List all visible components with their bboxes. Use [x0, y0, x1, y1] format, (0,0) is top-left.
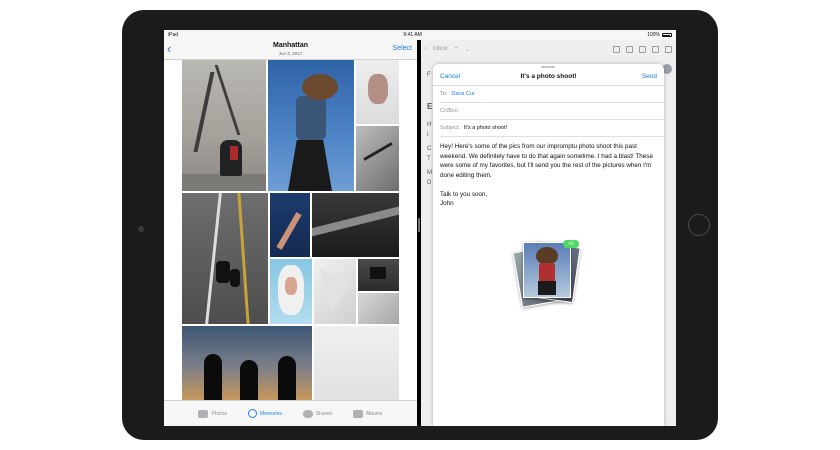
- compose-title: It's a photo shoot!: [520, 73, 577, 80]
- photos-icon: [198, 409, 209, 418]
- divider-handle[interactable]: [418, 218, 420, 232]
- send-button[interactable]: Send: [642, 73, 657, 80]
- item-count-badge: +5: [563, 240, 579, 248]
- cc-bcc-field[interactable]: Cc/Bcc:: [440, 103, 664, 120]
- message-body[interactable]: Hey! Here's some of the pics from our im…: [440, 142, 658, 209]
- subject-label: Subject:: [440, 125, 460, 131]
- photos-tab-bar: Photos Memories Shared Albums: [164, 400, 417, 426]
- flag-icon[interactable]: [613, 45, 620, 53]
- select-button[interactable]: Select: [393, 45, 412, 52]
- photo-thumbnail[interactable]: [182, 60, 266, 191]
- tab-albums[interactable]: Albums: [352, 409, 383, 418]
- device-label: iPad: [168, 32, 179, 38]
- cc-bcc-label: Cc/Bcc:: [440, 108, 459, 114]
- status-right: 100%: [647, 32, 672, 38]
- photo-card: [523, 242, 571, 298]
- photo-grid: [182, 60, 399, 400]
- tab-label: Albums: [365, 410, 383, 417]
- to-label: To:: [440, 91, 448, 97]
- back-chevron-icon[interactable]: ‹: [425, 46, 427, 52]
- photo-thumbnail[interactable]: [358, 259, 399, 291]
- photos-subtitle: Jun 3, 2017: [278, 51, 303, 56]
- photo-thumbnail[interactable]: [356, 126, 399, 191]
- photo-thumbnail[interactable]: [312, 193, 399, 257]
- tab-label: Photos: [211, 410, 228, 417]
- memories-icon: [247, 409, 257, 418]
- home-button[interactable]: [688, 214, 710, 236]
- inbox-back-link[interactable]: Inbox: [433, 46, 448, 52]
- background-message: F E H I C T M D: [427, 72, 433, 186]
- folder-icon[interactable]: [626, 45, 633, 53]
- photo-thumbnail[interactable]: [182, 326, 312, 400]
- photo-thumbnail[interactable]: [358, 293, 399, 324]
- to-field[interactable]: To: Dana Cui: [440, 86, 664, 103]
- chevron-down-icon[interactable]: ⌄: [465, 46, 470, 53]
- battery-icon: [661, 33, 672, 37]
- tab-memories[interactable]: Memories: [247, 409, 282, 418]
- photo-thumbnail[interactable]: [314, 326, 399, 400]
- reply-icon[interactable]: [652, 45, 659, 53]
- photo-thumbnail[interactable]: [270, 259, 312, 324]
- subject-value[interactable]: It's a photo shoot!: [464, 125, 507, 131]
- photo-thumbnail[interactable]: [268, 60, 354, 191]
- dragged-photo-stack[interactable]: +5: [512, 240, 581, 308]
- photo-thumbnail[interactable]: [182, 193, 268, 324]
- photos-title: Manhattan: [273, 42, 308, 49]
- ipad-screen: ‹ Manhattan Jun 3, 2017 Select Photos Me…: [164, 30, 676, 426]
- tab-label: Memories: [259, 410, 282, 417]
- photo-thumbnail[interactable]: [270, 193, 310, 257]
- front-camera: [138, 226, 144, 232]
- photos-app-pane: ‹ Manhattan Jun 3, 2017 Select Photos Me…: [164, 30, 417, 426]
- compose-sheet: Cancel It's a photo shoot! Send To: Dana…: [433, 64, 664, 426]
- photo-thumbnail[interactable]: [314, 259, 356, 324]
- tab-label: Shared: [315, 410, 332, 417]
- mail-toolbar: ‹ Inbox ⌃ ⌄: [421, 40, 676, 58]
- ipad-device: ‹ Manhattan Jun 3, 2017 Select Photos Me…: [122, 10, 718, 440]
- battery-percentage: 100%: [647, 32, 660, 38]
- tab-photos[interactable]: Photos: [198, 409, 228, 418]
- subject-field[interactable]: Subject: It's a photo shoot!: [440, 120, 664, 137]
- body-paragraph: Hey! Here's some of the pics from our im…: [440, 143, 653, 179]
- status-time: 9:41 AM: [403, 32, 422, 38]
- to-recipient[interactable]: Dana Cui: [451, 91, 474, 97]
- albums-icon: [352, 409, 363, 418]
- tab-shared[interactable]: Shared: [302, 409, 332, 418]
- status-bar: iPad 9:41 AM 100%: [164, 30, 676, 40]
- trash-icon[interactable]: [639, 45, 646, 53]
- body-signoff: Talk to you soon,: [440, 190, 488, 198]
- body-signature: John: [440, 200, 454, 207]
- chevron-up-icon[interactable]: ⌃: [454, 46, 459, 53]
- compose-icon[interactable]: [665, 45, 672, 53]
- compose-header: Cancel It's a photo shoot! Send: [433, 68, 664, 86]
- cloud-icon: [302, 409, 313, 418]
- photos-navigation-bar: ‹ Manhattan Jun 3, 2017 Select: [164, 40, 417, 60]
- photo-thumbnail[interactable]: [356, 60, 399, 124]
- mail-app-pane: ‹ Inbox ⌃ ⌄ F E H I C T M D Cancel It's …: [421, 30, 676, 426]
